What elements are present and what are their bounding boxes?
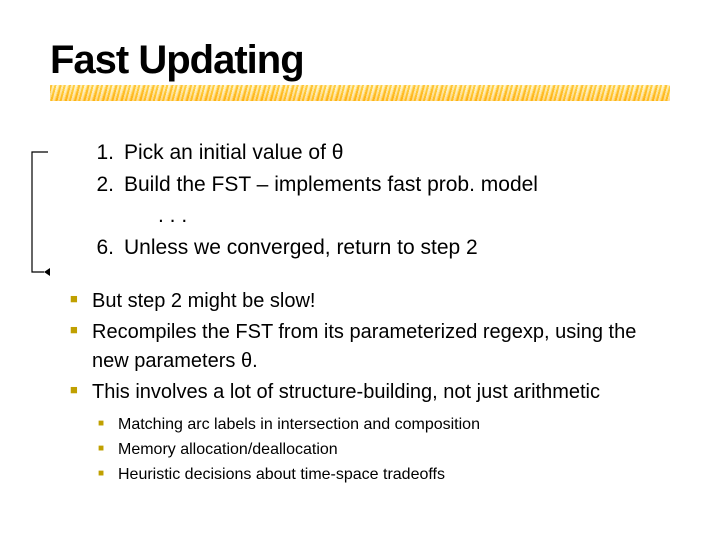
step-text: Unless we converged, return to step 2 [124,232,670,264]
square-bullet-icon: ■ [98,413,118,437]
step-number: 2. [90,169,124,201]
list-item: ■Memory allocation/deallocation [98,438,670,462]
step-number: 6. [90,232,124,264]
square-bullet-icon: ■ [70,378,92,407]
bullet-text: But step 2 might be slow! [92,287,315,316]
bullet-list-level2: ■Matching arc labels in intersection and… [50,413,670,487]
square-bullet-icon: ■ [98,438,118,462]
list-item: ■Recompiles the FST from its parameteriz… [70,318,670,376]
title-underline [50,85,670,103]
step-2: 2. Build the FST – implements fast prob.… [90,169,670,201]
slide: Fast Updating 1. Pick an initial value o… [0,0,720,540]
numbered-steps: 1. Pick an initial value of θ 2. Build t… [50,137,670,263]
title-block: Fast Updating [50,38,670,103]
step-ellipsis: . . . [90,200,670,232]
subbullet-text: Matching arc labels in intersection and … [118,413,480,437]
subbullet-text: Heuristic decisions about time-space tra… [118,463,445,487]
step-1: 1. Pick an initial value of θ [90,137,670,169]
bullet-text: Recompiles the FST from its parameterize… [92,318,670,376]
bullet-text: This involves a lot of structure-buildin… [92,378,600,407]
step-text: Build the FST – implements fast prob. mo… [124,169,670,201]
square-bullet-icon: ■ [70,287,92,316]
content: 1. Pick an initial value of θ 2. Build t… [50,137,670,487]
step-number: 1. [90,137,124,169]
ellipsis: . . . [124,200,670,232]
step-6: 6. Unless we converged, return to step 2 [90,232,670,264]
loop-arrow-icon [26,148,50,280]
list-item: ■Matching arc labels in intersection and… [98,413,670,437]
square-bullet-icon: ■ [98,463,118,487]
subbullet-text: Memory allocation/deallocation [118,438,338,462]
list-item: ■This involves a lot of structure-buildi… [70,378,670,407]
step-text: Pick an initial value of θ [124,137,670,169]
list-item: ■But step 2 might be slow! [70,287,670,316]
square-bullet-icon: ■ [70,318,92,376]
list-item: ■Heuristic decisions about time-space tr… [98,463,670,487]
bullet-list-level1: ■But step 2 might be slow! ■Recompiles t… [50,287,670,407]
slide-title: Fast Updating [50,38,670,83]
